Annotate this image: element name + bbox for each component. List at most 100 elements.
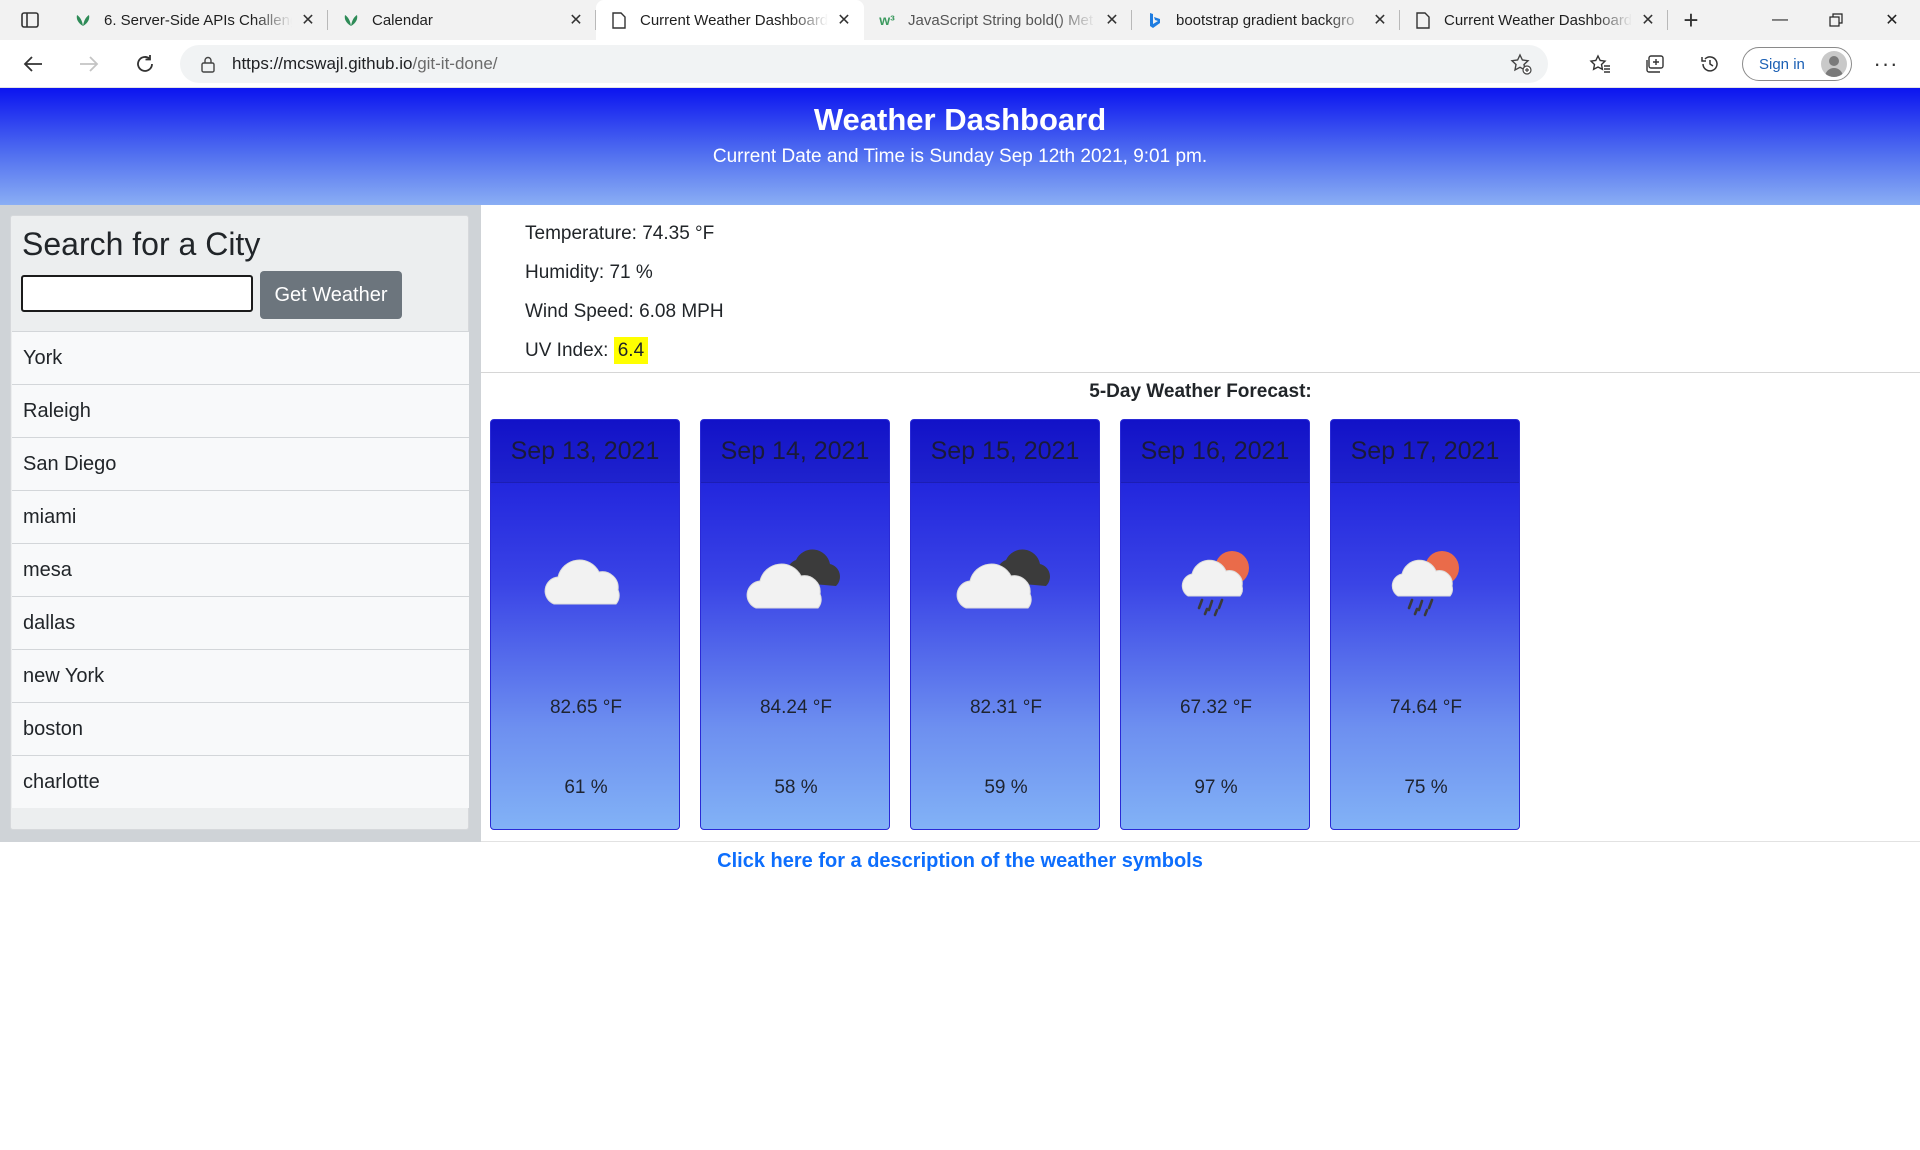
browser-tab-2[interactable]: Calendar ✕: [328, 0, 596, 40]
browser-tab-6[interactable]: Current Weather Dashboard ✕: [1400, 0, 1668, 40]
search-sidebar: Search for a City Get Weather York Ralei…: [0, 205, 481, 842]
uv-index-badge: 6.4: [613, 337, 649, 364]
browser-tab-1[interactable]: 6. Server-Side APIs Challeng ✕: [60, 0, 328, 40]
five-day-forecast: 5-Day Weather Forecast: Sep 13, 2021 82.…: [481, 373, 1920, 842]
back-arrow-icon: [23, 56, 42, 72]
forecast-temperature: 67.32 °F: [1179, 697, 1253, 718]
browser-tab-strip: 6. Server-Side APIs Challeng ✕ Calendar …: [0, 0, 1920, 40]
forecast-card: Sep 13, 2021 82.65 °F 61 %: [490, 419, 680, 830]
back-button[interactable]: [6, 44, 60, 84]
current-weather: Temperature: 74.35 °F Humidity: 71 % Win…: [481, 205, 1920, 373]
forecast-temperature: 82.65 °F: [549, 697, 623, 718]
toolbar-icons: [1572, 44, 1737, 84]
current-datetime: Current Date and Time is Sunday Sep 12th…: [712, 146, 1208, 167]
forecast-date: Sep 16, 2021: [1121, 420, 1309, 483]
forecast-card: Sep 17, 2021 74.64 °F 75 %: [1330, 419, 1520, 830]
history-item-charlotte[interactable]: charlotte: [12, 755, 469, 808]
current-wind-speed: Wind Speed: 6.08 MPH: [525, 301, 724, 322]
close-icon[interactable]: ✕: [834, 10, 854, 30]
bing-icon: [1146, 11, 1164, 29]
url-host: https://mcswajl.github.io: [232, 54, 413, 73]
history-item-york[interactable]: York: [12, 331, 469, 384]
current-humidity: Humidity: 71 %: [525, 262, 653, 283]
tab-title: Current Weather Dashboard: [640, 11, 828, 29]
browser-tab-3-active[interactable]: Current Weather Dashboard ✕: [596, 0, 864, 40]
reload-button[interactable]: [118, 44, 172, 84]
forecast-humidity: 59 %: [984, 777, 1028, 798]
add-favorite-icon[interactable]: [1510, 53, 1532, 80]
cloud-icon: [544, 559, 620, 605]
search-card: Search for a City Get Weather York Ralei…: [10, 215, 469, 830]
forecast-humidity: 75 %: [1404, 777, 1448, 798]
forecast-card: Sep 16, 2021 67.32 °F 97 %: [1120, 419, 1310, 830]
more-options-icon[interactable]: ···: [1866, 44, 1906, 84]
history-item-san-diego[interactable]: San Diego: [12, 437, 469, 490]
minimize-icon[interactable]: —: [1752, 0, 1808, 40]
current-temperature: Temperature: 74.35 °F: [525, 223, 715, 244]
uv-label: UV Index:: [525, 340, 614, 361]
sign-in-button[interactable]: Sign in: [1742, 47, 1852, 81]
close-icon[interactable]: ✕: [1370, 10, 1390, 30]
forecast-card: Sep 14, 2021 84.24 °F 58 %: [700, 419, 890, 830]
forecast-humidity: 61 %: [564, 777, 608, 798]
history-item-dallas[interactable]: dallas: [12, 596, 469, 649]
rain-sun-icon: [1391, 551, 1459, 617]
window-controls: — ✕: [1752, 0, 1920, 40]
city-search-input[interactable]: [21, 275, 253, 312]
forward-arrow-icon: [80, 56, 99, 72]
page-icon: [1414, 11, 1432, 29]
web-page: Weather Dashboard Current Date and Time …: [0, 88, 1920, 1150]
forward-button[interactable]: [62, 44, 116, 84]
address-bar[interactable]: https://mcswajl.github.io/git-it-done/: [180, 45, 1548, 83]
lock-icon[interactable]: [198, 54, 218, 74]
new-tab-button[interactable]: +: [1668, 0, 1714, 40]
close-icon[interactable]: ✕: [298, 10, 318, 30]
page-header: Weather Dashboard Current Date and Time …: [0, 88, 1920, 205]
history-icon[interactable]: [1682, 44, 1737, 84]
browser-tab-5[interactable]: bootstrap gradient backgro ✕: [1132, 0, 1400, 40]
forecast-date: Sep 17, 2021: [1331, 420, 1519, 483]
close-icon[interactable]: ✕: [566, 10, 586, 30]
page-title: Weather Dashboard: [813, 102, 1107, 137]
browser-toolbar: https://mcswajl.github.io/git-it-done/ S…: [0, 40, 1920, 88]
get-weather-button[interactable]: Get Weather: [260, 271, 402, 319]
page-icon: [610, 11, 628, 29]
tab-title: Current Weather Dashboard: [1444, 11, 1632, 29]
leaf-icon: [342, 11, 360, 29]
search-history-list: York Raleigh San Diego miami mesa dallas…: [12, 331, 469, 808]
forecast-date: Sep 13, 2021: [491, 420, 679, 483]
close-icon[interactable]: ✕: [1102, 10, 1122, 30]
history-item-raleigh[interactable]: Raleigh: [12, 384, 469, 437]
rain-sun-icon: [1181, 551, 1249, 617]
forecast-heading: 5-Day Weather Forecast:: [1089, 381, 1312, 402]
broken-clouds-icon: [956, 549, 1050, 609]
current-uv: UV Index: 6.4: [525, 337, 649, 364]
collections-icon[interactable]: [1627, 44, 1682, 84]
history-item-new-york[interactable]: new York: [12, 649, 469, 702]
url-path: /git-it-done/: [412, 54, 498, 73]
forecast-date: Sep 14, 2021: [701, 420, 889, 483]
history-item-mesa[interactable]: mesa: [12, 543, 469, 596]
tab-title: 6. Server-Side APIs Challeng: [104, 11, 292, 29]
restore-icon[interactable]: [1808, 0, 1864, 40]
forecast-humidity: 97 %: [1194, 777, 1238, 798]
close-window-icon[interactable]: ✕: [1864, 0, 1920, 40]
forecast-temperature: 74.64 °F: [1389, 697, 1463, 718]
reload-icon: [137, 55, 153, 72]
tab-title: Calendar: [372, 11, 433, 29]
tab-actions-button[interactable]: [0, 0, 60, 40]
w3-icon: w³: [879, 12, 895, 28]
favorites-icon[interactable]: [1572, 44, 1627, 84]
tab-title: bootstrap gradient backgro: [1176, 11, 1355, 29]
browser-tab-4[interactable]: w³ JavaScript String bold() Met ✕: [864, 0, 1132, 40]
forecast-date: Sep 15, 2021: [911, 420, 1099, 483]
forecast-card: Sep 15, 2021 82.31 °F 59 %: [910, 419, 1100, 830]
forecast-humidity: 58 %: [774, 777, 818, 798]
tab-title: JavaScript String bold() Met: [908, 11, 1094, 29]
weather-symbols-link[interactable]: Click here for a description of the weat…: [0, 842, 1920, 873]
history-item-miami[interactable]: miami: [12, 490, 469, 543]
close-icon[interactable]: ✕: [1638, 10, 1658, 30]
history-item-boston[interactable]: boston: [12, 702, 469, 755]
forecast-temperature: 82.31 °F: [969, 697, 1043, 718]
sign-in-label: Sign in: [1759, 55, 1805, 73]
